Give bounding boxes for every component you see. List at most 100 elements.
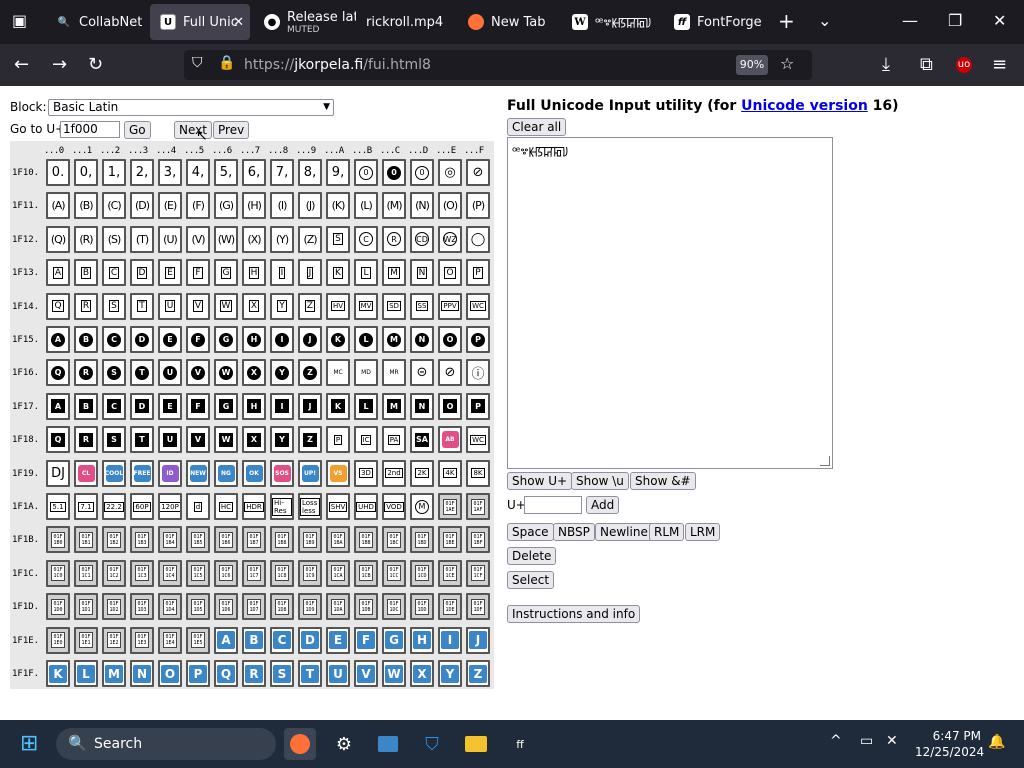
tab-collabnet[interactable]: 🔍 CollabNet (44, 4, 144, 40)
character-cell[interactable]: V (186, 359, 210, 387)
forward-icon[interactable]: → (52, 54, 67, 76)
character-cell[interactable]: S (270, 660, 294, 687)
url-bar[interactable]: ⛉ 🔒 https://jkorpela.fi/fui.html8 90% ☆ (184, 50, 812, 80)
new-tab-icon[interactable]: + (778, 11, 795, 31)
instructions-button[interactable]: Instructions and info (507, 605, 641, 623)
character-cell[interactable]: B (74, 392, 98, 420)
character-cell[interactable]: 01F 1BD (410, 526, 434, 554)
character-cell[interactable]: (V) (186, 225, 210, 253)
character-cell[interactable]: ⓘ (466, 359, 490, 387)
downloads-icon[interactable]: ⤓ (882, 54, 890, 76)
photos-taskbar-icon[interactable] (372, 728, 404, 760)
resize-handle[interactable] (820, 456, 830, 466)
character-cell[interactable]: SOS (270, 459, 294, 487)
character-cell[interactable]: X (242, 426, 266, 454)
minimize-icon[interactable]: — (902, 11, 918, 31)
character-cell[interactable]: I (270, 259, 294, 287)
maximize-icon[interactable]: ❐ (948, 11, 962, 31)
character-cell[interactable]: B (74, 326, 98, 353)
character-cell[interactable]: Loss less (298, 493, 322, 520)
character-cell[interactable]: 01F 1B6 (214, 526, 238, 554)
character-cell[interactable]: ⊘ (466, 159, 490, 186)
character-cell[interactable]: E (158, 326, 182, 353)
unicode-version-link[interactable]: Unicode version (741, 98, 868, 114)
character-cell[interactable]: 9, (326, 159, 350, 186)
output-textarea[interactable]: ꟹ꠪ꡡꡑꡒꡂꡨ (507, 137, 833, 469)
character-cell[interactable]: C (102, 259, 126, 287)
character-cell[interactable]: COOL (102, 459, 126, 487)
character-cell[interactable]: (M) (382, 192, 406, 220)
character-cell[interactable]: 5, (214, 159, 238, 186)
character-cell[interactable]: ◯ (466, 225, 490, 253)
character-cell[interactable]: D (130, 326, 154, 353)
character-cell[interactable]: R (74, 359, 98, 387)
character-cell[interactable]: HC (214, 493, 238, 520)
character-cell[interactable]: 01F 1CE (438, 559, 462, 587)
character-cell[interactable]: (K) (326, 192, 350, 220)
settings-taskbar-icon[interactable]: ⚙ (328, 728, 360, 760)
character-cell[interactable]: VS (326, 459, 350, 487)
character-cell[interactable]: U (158, 426, 182, 454)
character-cell[interactable]: 01F 1E4 (158, 626, 182, 654)
tab-list-chevron-icon[interactable]: ⌄ (818, 11, 831, 31)
character-cell[interactable]: 01F 1C6 (214, 559, 238, 587)
character-cell[interactable]: O (438, 392, 462, 420)
lock-icon[interactable]: 🔒 (218, 55, 235, 71)
newline-button[interactable]: Newline (595, 523, 653, 541)
character-cell[interactable]: 01F 1E3 (130, 626, 154, 654)
character-cell[interactable]: Q (46, 426, 70, 454)
character-cell[interactable]: OK (242, 459, 266, 487)
character-cell[interactable]: ⊝ (410, 359, 434, 387)
character-cell[interactable]: 01F 1D4 (158, 593, 182, 621)
character-cell[interactable]: H (242, 326, 266, 353)
character-cell[interactable]: 01F 1C7 (242, 559, 266, 587)
character-cell[interactable]: (U) (158, 225, 182, 253)
character-cell[interactable]: F (186, 392, 210, 420)
codepoint-input[interactable] (524, 496, 582, 514)
character-cell[interactable]: (T) (130, 225, 154, 253)
tab-new-tab[interactable]: New Tab (462, 4, 562, 40)
character-cell[interactable]: C (270, 626, 294, 654)
character-cell[interactable]: N (130, 660, 154, 687)
character-cell[interactable]: 8K (466, 459, 490, 487)
character-cell[interactable]: 01F 1DD (410, 593, 434, 621)
file-explorer-taskbar-icon[interactable] (460, 728, 492, 760)
show-html-entity-button[interactable]: Show &# (630, 472, 696, 490)
character-cell[interactable]: 4, (186, 159, 210, 186)
character-cell[interactable]: (B) (74, 192, 98, 220)
character-cell[interactable]: S (102, 426, 126, 454)
character-cell[interactable]: Q (46, 359, 70, 387)
character-cell[interactable]: U (158, 292, 182, 320)
character-cell[interactable]: E (158, 392, 182, 420)
tab-full-unicode[interactable]: U Full Unic ✕ (150, 4, 250, 40)
character-cell[interactable]: E (158, 259, 182, 287)
character-cell[interactable]: 0, (74, 159, 98, 186)
character-cell[interactable]: CL (74, 459, 98, 487)
character-cell[interactable]: 01F 1C9 (298, 559, 322, 587)
character-cell[interactable]: L (354, 259, 378, 287)
character-cell[interactable]: K (326, 326, 350, 353)
character-cell[interactable]: A (214, 626, 238, 654)
character-cell[interactable]: S (326, 225, 350, 253)
character-cell[interactable]: ◎ (438, 159, 462, 186)
lrm-button[interactable]: LRM (685, 523, 721, 541)
character-cell[interactable]: C (354, 225, 378, 253)
character-cell[interactable]: 0. (46, 159, 70, 186)
network-icon[interactable]: ▭ (860, 733, 873, 749)
space-button[interactable]: Space (507, 523, 554, 541)
character-cell[interactable]: J (298, 392, 322, 420)
bookmark-star-icon[interactable]: ☆ (780, 54, 794, 73)
character-cell[interactable]: 3, (158, 159, 182, 186)
character-cell[interactable]: d (186, 493, 210, 520)
character-cell[interactable]: E (326, 626, 350, 654)
character-cell[interactable]: Z (298, 426, 322, 454)
character-cell[interactable]: 01F 1CA (326, 559, 350, 587)
character-cell[interactable]: A (46, 392, 70, 420)
volume-muted-icon[interactable]: ✕ (886, 733, 898, 749)
zoom-indicator[interactable]: 90% (736, 55, 768, 75)
character-cell[interactable]: SS (410, 292, 434, 320)
character-cell[interactable]: 0 (354, 159, 378, 186)
character-cell[interactable]: M (102, 660, 126, 687)
character-cell[interactable]: 6, (242, 159, 266, 186)
clear-all-button[interactable]: Clear all (507, 118, 567, 136)
